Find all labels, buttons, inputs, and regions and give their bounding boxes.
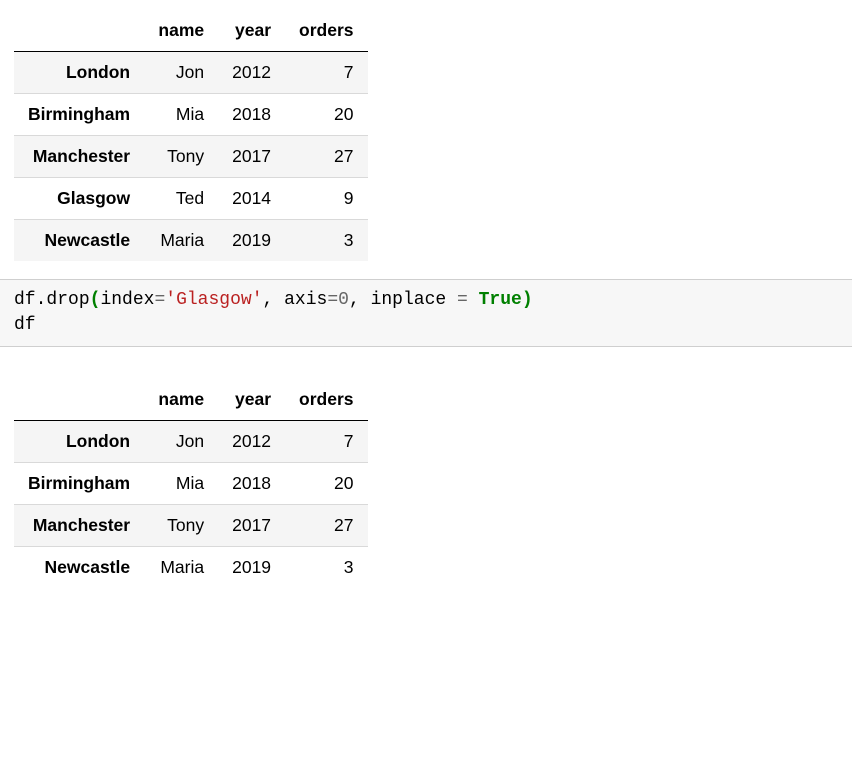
code-kw: index [100,290,154,310]
header-index [14,379,144,421]
header-year: year [218,10,285,52]
code-keyword-true: True [479,290,522,310]
cell-year: 2018 [218,94,285,136]
cell-name: Tony [144,136,218,178]
header-year: year [218,379,285,421]
code-comma: , [349,290,360,310]
cell-orders: 7 [285,421,367,463]
dataframe-output-after: name year orders London Jon 2012 7 Birmi… [0,347,852,606]
dataframe-table-after: name year orders London Jon 2012 7 Birmi… [14,379,368,588]
cell-name: Ted [144,178,218,220]
row-index: Manchester [14,136,144,178]
cell-name: Jon [144,52,218,94]
header-name: name [144,10,218,52]
cell-name: Maria [144,220,218,262]
cell-orders: 3 [285,547,367,589]
dataframe-table-before: name year orders London Jon 2012 7 Birmi… [14,10,368,261]
table-row: Manchester Tony 2017 27 [14,136,368,178]
cell-orders: 7 [285,52,367,94]
cell-year: 2017 [218,136,285,178]
row-index: London [14,52,144,94]
row-index: Birmingham [14,463,144,505]
cell-orders: 27 [285,136,367,178]
table-row: Newcastle Maria 2019 3 [14,220,368,262]
table-row: London Jon 2012 7 [14,421,368,463]
table-row: Birmingham Mia 2018 20 [14,94,368,136]
code-comma: , [263,290,274,310]
cell-year: 2012 [218,421,285,463]
cell-orders: 3 [285,220,367,262]
code-token: df [14,290,36,310]
cell-name: Tony [144,505,218,547]
header-index [14,10,144,52]
cell-name: Mia [144,94,218,136]
table-row: Manchester Tony 2017 27 [14,505,368,547]
row-index: Manchester [14,505,144,547]
row-index: Glasgow [14,178,144,220]
cell-year: 2017 [218,505,285,547]
cell-orders: 9 [285,178,367,220]
cell-orders: 20 [285,463,367,505]
code-token: . [36,290,47,310]
code-op-eq: = [457,290,479,310]
cell-name: Maria [144,547,218,589]
code-op-eq: = [154,290,165,310]
code-token: df [14,315,36,335]
table-row: Birmingham Mia 2018 20 [14,463,368,505]
dataframe-output-before: name year orders London Jon 2012 7 Birmi… [0,0,852,279]
paren-open-icon: ( [90,290,101,310]
cell-year: 2014 [218,178,285,220]
row-index: Newcastle [14,547,144,589]
code-token: drop [46,290,89,310]
cell-year: 2012 [218,52,285,94]
cell-name: Jon [144,421,218,463]
header-orders: orders [285,379,367,421]
row-index: Newcastle [14,220,144,262]
table-row: Glasgow Ted 2014 9 [14,178,368,220]
row-index: London [14,421,144,463]
table-row: Newcastle Maria 2019 3 [14,547,368,589]
code-op-eq: = [327,290,338,310]
code-string: 'Glasgow' [165,290,262,310]
cell-name: Mia [144,463,218,505]
cell-orders: 27 [285,505,367,547]
code-cell[interactable]: df.drop(index='Glasgow', axis=0, inplace… [0,279,852,347]
cell-year: 2019 [218,547,285,589]
code-kw: inplace [360,290,457,310]
header-name: name [144,379,218,421]
code-kw: axis [273,290,327,310]
table-row: London Jon 2012 7 [14,52,368,94]
header-orders: orders [285,10,367,52]
row-index: Birmingham [14,94,144,136]
cell-orders: 20 [285,94,367,136]
code-number: 0 [338,290,349,310]
cell-year: 2018 [218,463,285,505]
paren-close-icon: ) [522,290,533,310]
cell-year: 2019 [218,220,285,262]
